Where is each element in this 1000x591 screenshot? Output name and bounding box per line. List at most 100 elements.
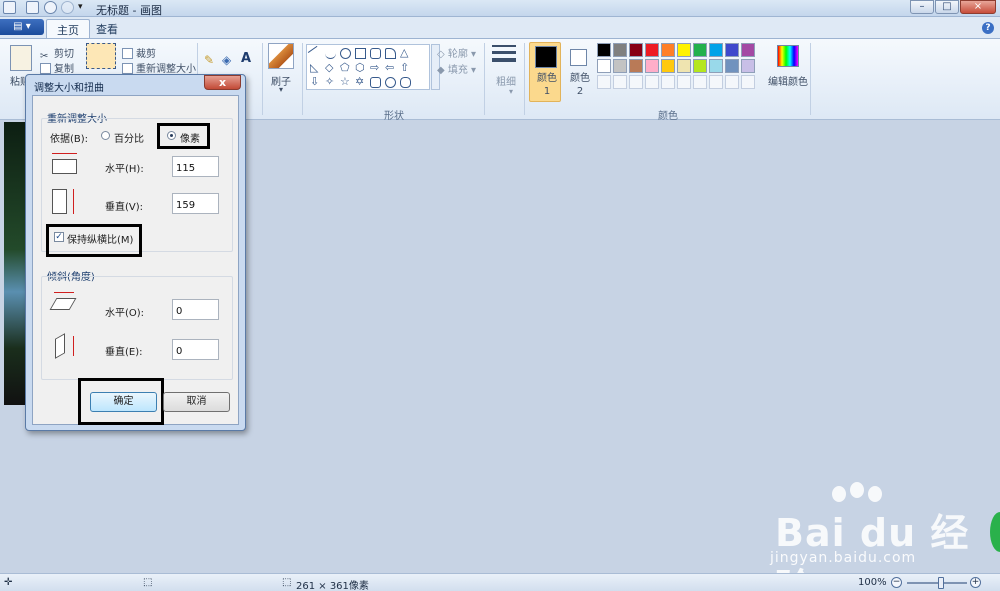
six-point-star-shape-icon[interactable]: ✡ <box>355 76 366 88</box>
customize-toolbar-icon[interactable]: ▾ <box>78 2 83 14</box>
size-dropdown-icon[interactable]: ▾ <box>509 87 513 96</box>
zoom-slider-thumb[interactable] <box>938 577 944 589</box>
curve-shape-icon[interactable] <box>325 48 336 59</box>
color2-swatch[interactable] <box>570 49 587 66</box>
up-arrow-shape-icon[interactable]: ⇧ <box>400 62 411 74</box>
palette-swatch[interactable] <box>645 59 659 73</box>
oval-shape-icon[interactable] <box>340 48 351 59</box>
brush-dropdown-icon[interactable]: ▾ <box>279 85 283 94</box>
palette-swatch[interactable] <box>677 43 691 57</box>
palette-swatch[interactable] <box>725 59 739 73</box>
resize-icon <box>122 63 133 74</box>
palette-custom-slot[interactable] <box>741 75 755 89</box>
palette-swatch[interactable] <box>597 43 611 57</box>
palette-swatch[interactable] <box>629 59 643 73</box>
skew-vertical-label: 垂直(E): <box>105 347 143 358</box>
size-button[interactable]: 粗细 <box>496 73 516 88</box>
save-icon[interactable] <box>26 1 39 14</box>
select-icon[interactable] <box>86 43 116 69</box>
pencil-icon[interactable]: ✎ <box>204 53 214 67</box>
line-shape-icon[interactable] <box>307 45 324 62</box>
percent-radio[interactable] <box>101 131 110 140</box>
tab-home[interactable]: 主页 <box>46 19 90 38</box>
four-point-star-shape-icon[interactable]: ✧ <box>325 76 336 88</box>
palette-swatch[interactable] <box>645 43 659 57</box>
right-triangle-shape-icon[interactable]: ◺ <box>310 62 321 74</box>
crop-button[interactable]: 裁剪 <box>122 45 156 60</box>
palette-swatch[interactable] <box>693 59 707 73</box>
maximize-button[interactable]: □ <box>935 0 959 14</box>
zoom-out-button[interactable]: − <box>891 577 902 588</box>
rectangle-shape-icon[interactable] <box>355 48 366 59</box>
callout-oval-shape-icon[interactable] <box>385 77 396 88</box>
minimize-button[interactable]: – <box>910 0 934 14</box>
five-point-star-shape-icon[interactable]: ☆ <box>340 76 351 88</box>
zoom-in-button[interactable]: + <box>970 577 981 588</box>
palette-custom-slot[interactable] <box>725 75 739 89</box>
brush-icon[interactable] <box>268 43 294 69</box>
palette-swatch[interactable] <box>661 43 675 57</box>
edit-colors-icon[interactable] <box>777 45 799 67</box>
skew-horizontal-input[interactable] <box>172 299 219 320</box>
callout-rectangle-shape-icon[interactable] <box>370 77 381 88</box>
cancel-button[interactable]: 取消 <box>163 392 230 412</box>
paste-icon[interactable] <box>10 45 32 71</box>
text-tool-icon[interactable]: A <box>241 51 251 66</box>
dialog-close-button[interactable]: x <box>204 75 241 90</box>
palette-swatch[interactable] <box>661 59 675 73</box>
by-label: 依据(B): <box>50 134 89 145</box>
palette-swatch[interactable] <box>613 59 627 73</box>
palette-swatch[interactable] <box>741 59 755 73</box>
palette-swatch[interactable] <box>725 43 739 57</box>
file-menu-button[interactable]: ▤ ▾ <box>0 19 44 35</box>
palette-custom-slot[interactable] <box>597 75 611 89</box>
palette-swatch[interactable] <box>693 43 707 57</box>
palette-swatch[interactable] <box>709 43 723 57</box>
down-arrow-shape-icon[interactable]: ⇩ <box>310 76 321 88</box>
palette-swatch[interactable] <box>597 59 611 73</box>
fill-button[interactable]: ◆ 填充 ▾ <box>437 61 476 76</box>
palette-swatch[interactable] <box>741 43 755 57</box>
palette-custom-slot[interactable] <box>677 75 691 89</box>
vertical-input[interactable] <box>172 193 219 214</box>
outline-icon: ◇ <box>437 49 448 60</box>
outline-label: 轮廓 <box>447 49 468 60</box>
right-arrow-shape-icon[interactable]: ⇨ <box>370 62 381 74</box>
edit-colors-button[interactable]: 编辑颜色 <box>768 73 808 88</box>
help-icon[interactable]: ? <box>982 22 994 34</box>
skew-vertical-input[interactable] <box>172 339 219 360</box>
paint-app-icon[interactable] <box>3 1 16 14</box>
diamond-shape-icon[interactable]: ◇ <box>325 62 336 74</box>
palette-swatch[interactable] <box>613 43 627 57</box>
triangle-shape-icon[interactable]: △ <box>400 47 411 59</box>
palette-custom-slot[interactable] <box>645 75 659 89</box>
fill-bucket-icon[interactable]: ◈ <box>222 53 231 67</box>
tab-view[interactable]: 查看 <box>86 19 128 38</box>
palette-swatch[interactable] <box>677 59 691 73</box>
rounded-rectangle-shape-icon[interactable] <box>370 48 381 59</box>
zoom-slider-track[interactable] <box>907 582 967 584</box>
palette-custom-slot[interactable] <box>709 75 723 89</box>
size-line-1 <box>492 45 516 47</box>
close-button[interactable]: × <box>960 0 996 14</box>
redo-icon[interactable] <box>61 1 74 14</box>
callout-cloud-shape-icon[interactable] <box>400 77 411 88</box>
hexagon-shape-icon[interactable]: ⬡ <box>355 62 366 74</box>
crop-label: 裁剪 <box>136 49 156 60</box>
palette-custom-slot[interactable] <box>661 75 675 89</box>
fill-label: 填充 <box>447 65 468 76</box>
palette-swatch[interactable] <box>709 59 723 73</box>
outline-button[interactable]: ◇ 轮廓 ▾ <box>437 45 476 60</box>
palette-custom-slot[interactable] <box>629 75 643 89</box>
undo-icon[interactable] <box>44 1 57 14</box>
dialog-title: 调整大小和扭曲 <box>34 83 104 94</box>
horizontal-input[interactable] <box>172 156 219 177</box>
palette-custom-slot[interactable] <box>613 75 627 89</box>
left-arrow-shape-icon[interactable]: ⇦ <box>385 62 396 74</box>
pentagon-shape-icon[interactable]: ⬠ <box>340 62 351 74</box>
palette-custom-slot[interactable] <box>693 75 707 89</box>
palette-swatch[interactable] <box>629 43 643 57</box>
copy-button[interactable]: 复制 <box>40 60 74 75</box>
resize-button[interactable]: 重新调整大小 <box>122 60 196 75</box>
polygon-shape-icon[interactable] <box>385 48 396 59</box>
